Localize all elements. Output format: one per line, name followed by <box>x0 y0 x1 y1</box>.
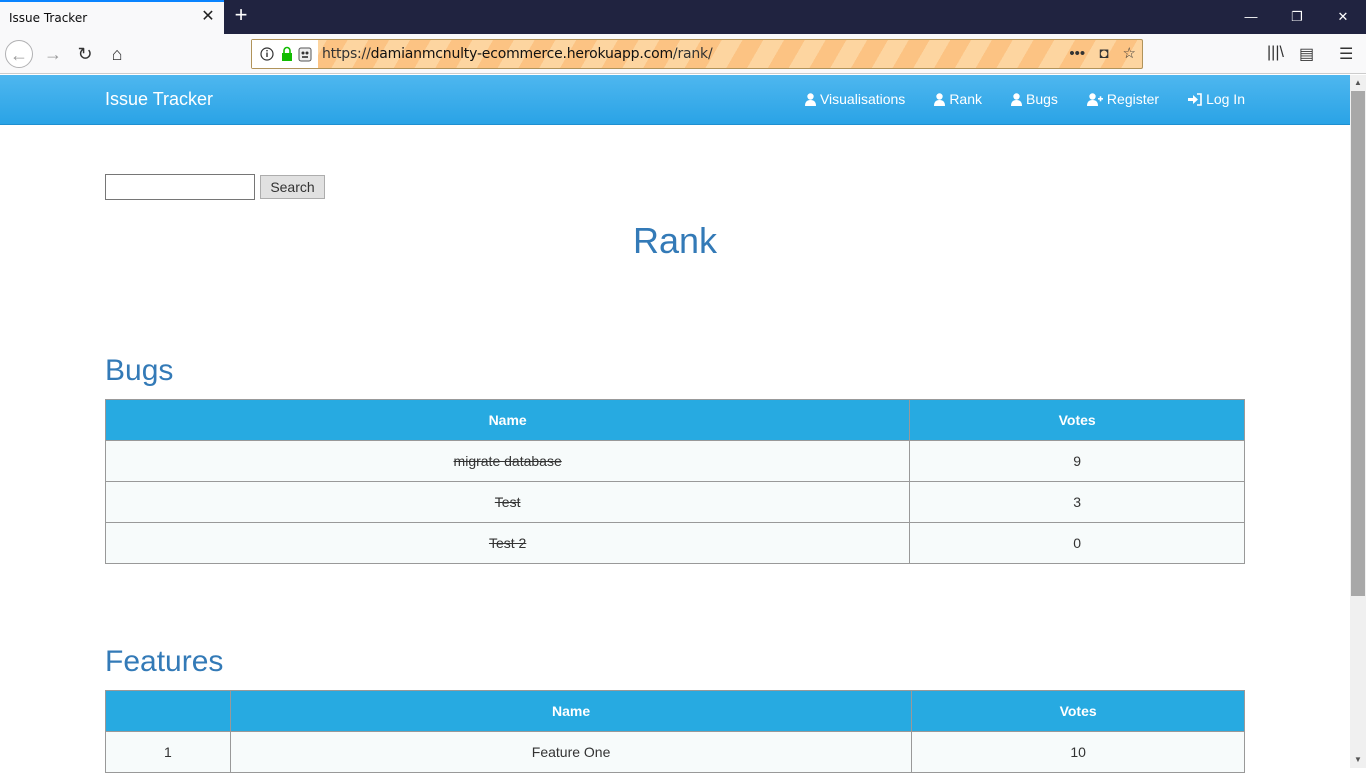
scroll-down-icon[interactable]: ▼ <box>1350 752 1366 768</box>
feature-votes: 10 <box>911 731 1245 773</box>
home-icon[interactable]: ⌂ <box>103 40 131 68</box>
bug-votes: 9 <box>909 440 1245 482</box>
url-bar-icons <box>252 40 318 68</box>
url-bar-actions: ••• ◘ ☆ <box>1069 44 1136 62</box>
features-title: Features <box>105 645 224 678</box>
menu-icon[interactable]: ☰ <box>1339 44 1353 64</box>
bug-name[interactable]: migrate database <box>104 440 911 482</box>
sign-in-icon <box>1188 92 1202 106</box>
url-bar[interactable]: https://damianmcnulty-ecommerce.herokuap… <box>251 39 1143 69</box>
nav-bugs[interactable]: Bugs <box>1011 91 1058 107</box>
url-prefix: https:// <box>322 46 371 62</box>
browser-toolbar: ← → ↻ ⌂ https://damianmcnulty-ecommerce.… <box>0 34 1366 74</box>
features-table: Name Votes 1 Feature One 10 <box>105 690 1245 773</box>
search-button[interactable]: Search <box>260 175 325 199</box>
feature-name[interactable]: Feature One <box>229 731 913 773</box>
table-header-row: Name Votes <box>105 690 1245 732</box>
close-tab-icon[interactable]: ✕ <box>200 9 216 25</box>
table-row: Test 3 <box>104 481 1245 523</box>
sidebar-icon[interactable]: ▤ <box>1299 44 1314 64</box>
pocket-icon[interactable]: ◘ <box>1099 45 1108 62</box>
column-header: Name <box>104 399 911 441</box>
bug-votes: 3 <box>909 481 1245 523</box>
nav-label: Log In <box>1206 91 1245 107</box>
column-header: Name <box>229 690 913 732</box>
bug-name[interactable]: Test 2 <box>104 522 911 564</box>
restore-icon[interactable]: ❐ <box>1287 8 1307 26</box>
site-navbar: Issue Tracker Visualisations Rank Bugs R… <box>0 75 1350 125</box>
nav-register[interactable]: Register <box>1086 91 1160 107</box>
site-info-icon[interactable] <box>252 40 318 68</box>
user-icon <box>804 92 816 106</box>
reload-icon[interactable]: ↻ <box>71 40 99 68</box>
bookmark-star-icon[interactable]: ☆ <box>1123 45 1136 62</box>
page-actions-icon[interactable]: ••• <box>1069 45 1085 62</box>
table-row: Test 2 0 <box>104 522 1245 564</box>
back-icon[interactable]: ← <box>5 40 33 68</box>
column-header: Votes <box>909 399 1245 441</box>
bug-votes: 0 <box>909 522 1245 564</box>
nav-label: Rank <box>949 91 982 107</box>
url-host: damianmcnulty-ecommerce.herokuapp.com <box>370 46 674 62</box>
column-header: Votes <box>911 690 1245 732</box>
minimize-icon[interactable]: — <box>1241 8 1261 26</box>
search-input[interactable] <box>105 174 255 200</box>
nav-label: Register <box>1106 91 1160 107</box>
forward-icon[interactable]: → <box>39 40 67 68</box>
nav-visualisations[interactable]: Visualisations <box>804 91 906 107</box>
brand-link[interactable]: Issue Tracker <box>105 89 213 110</box>
user-icon <box>934 92 946 106</box>
table-row: 1 Feature One 10 <box>105 731 1245 773</box>
bugs-table: Name Votes migrate database 9 Test 3 Tes… <box>104 399 1245 564</box>
table-row: migrate database 9 <box>104 440 1245 482</box>
nav-label: Bugs <box>1026 91 1058 107</box>
table-header-row: Name Votes <box>104 399 1245 441</box>
scrollbar-thumb[interactable] <box>1351 91 1365 596</box>
nav-login[interactable]: Log In <box>1188 91 1245 107</box>
user-plus-icon <box>1086 92 1103 106</box>
library-icon[interactable]: |||\ <box>1267 44 1284 62</box>
tab-title: Issue Tracker <box>9 11 88 25</box>
window-close-icon[interactable]: ✕ <box>1333 8 1353 26</box>
browser-tab[interactable]: Issue Tracker ✕ <box>0 0 224 34</box>
column-header <box>105 690 231 732</box>
scroll-up-icon[interactable]: ▲ <box>1350 75 1366 91</box>
bug-name[interactable]: Test <box>104 481 911 523</box>
user-icon <box>1011 92 1022 106</box>
url-text[interactable]: https://damianmcnulty-ecommerce.herokuap… <box>322 46 713 62</box>
browser-tab-bar: Issue Tracker ✕ + — ❐ ✕ <box>0 0 1366 34</box>
new-tab-icon[interactable]: + <box>230 4 252 27</box>
nav-rank[interactable]: Rank <box>934 91 982 107</box>
nav-links: Visualisations Rank Bugs Register Log In <box>776 91 1245 107</box>
page-title: Rank <box>632 220 718 261</box>
url-path: /rank/ <box>672 46 713 62</box>
feature-rank: 1 <box>105 731 231 773</box>
bugs-title: Bugs <box>105 354 174 387</box>
nav-label: Visualisations <box>819 91 906 107</box>
